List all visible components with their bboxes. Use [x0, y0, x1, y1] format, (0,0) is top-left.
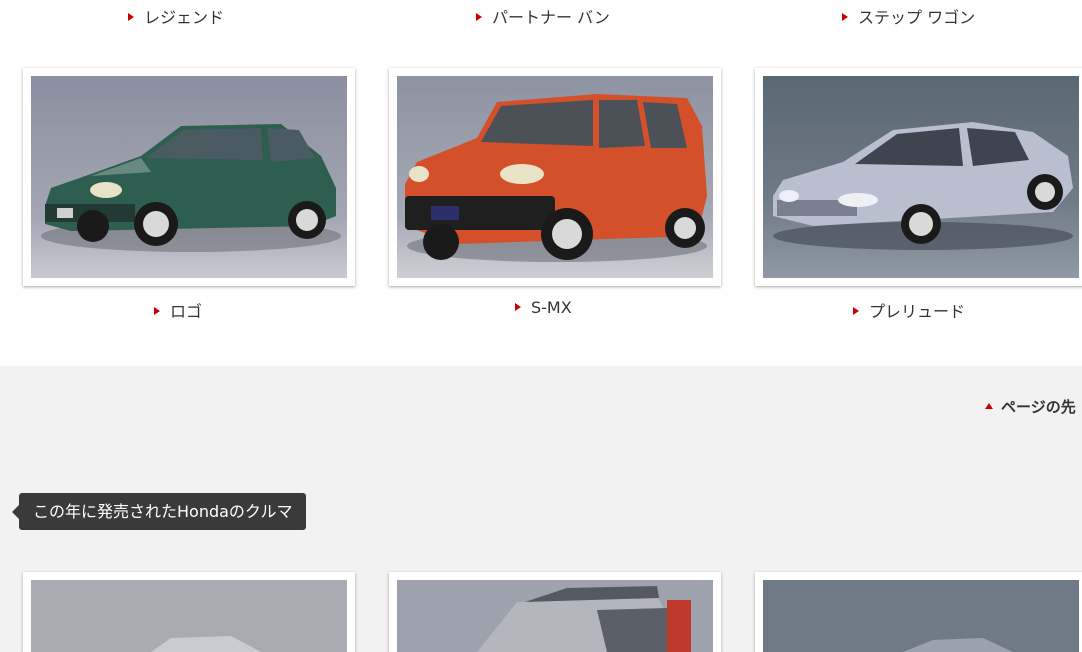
- car-link-s-mx[interactable]: S-MX: [515, 298, 572, 317]
- car-link-prelude[interactable]: プレリュード: [853, 298, 965, 322]
- car-photo-logo: [31, 76, 347, 278]
- page-top-label: ページの先: [1001, 398, 1076, 416]
- arrow-right-icon: [515, 302, 521, 311]
- car-photo-next-2: [397, 580, 713, 652]
- car-card-prelude[interactable]: [755, 68, 1082, 286]
- page-top-link[interactable]: ページの先: [985, 396, 1076, 417]
- car-label-s-mx: S-MX: [531, 298, 572, 317]
- arrow-right-icon: [853, 306, 859, 315]
- car-card-logo[interactable]: [23, 68, 355, 286]
- section-heading: この年に発売されたHondaのクルマ: [11, 493, 307, 530]
- arrow-right-icon: [476, 12, 482, 21]
- car-card-next-3[interactable]: [755, 572, 1082, 652]
- arrow-right-icon: [128, 12, 134, 21]
- car-label-legend: レジェンド: [144, 8, 225, 27]
- car-photo-s-mx: [397, 76, 713, 278]
- car-link-step-wagon[interactable]: ステップ ワゴン: [842, 4, 975, 28]
- car-card-s-mx[interactable]: [389, 68, 721, 286]
- car-photo-next-3: [763, 580, 1079, 652]
- car-link-partner-van[interactable]: パートナー バン: [476, 4, 610, 28]
- car-label-step-wagon: ステップ ワゴン: [858, 8, 976, 27]
- arrow-up-icon: [985, 402, 993, 409]
- car-card-next-1[interactable]: [23, 572, 355, 652]
- car-label-partner-van: パートナー バン: [492, 8, 610, 27]
- car-card-next-2[interactable]: [389, 572, 721, 652]
- car-photo-next-1: [31, 580, 347, 652]
- car-photo-prelude: [763, 76, 1079, 278]
- car-label-prelude: プレリュード: [869, 302, 966, 321]
- arrow-right-icon: [154, 306, 160, 315]
- car-link-logo[interactable]: ロゴ: [154, 298, 202, 322]
- car-link-legend[interactable]: レジェンド: [128, 4, 224, 28]
- arrow-right-icon: [842, 12, 848, 21]
- car-label-logo: ロゴ: [170, 302, 203, 321]
